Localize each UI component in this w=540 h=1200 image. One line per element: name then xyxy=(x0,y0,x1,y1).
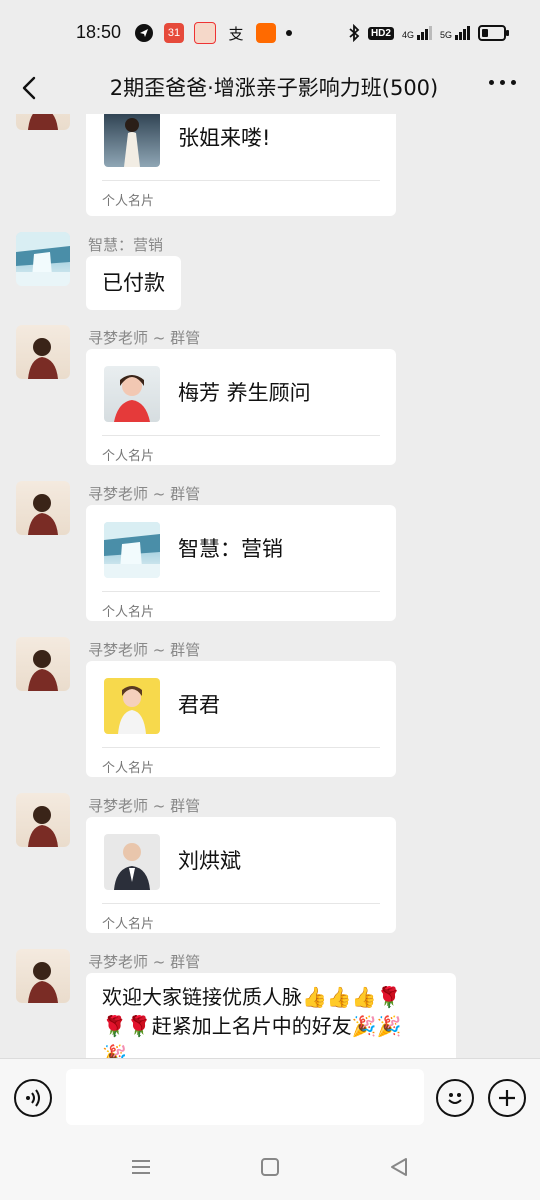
contact-card-name: 梅芳 养生顾问 xyxy=(178,381,311,405)
status-bar: 18:50 31 支 HD2 4G 5G xyxy=(0,0,540,62)
location-arrow-icon xyxy=(135,24,153,42)
contact-card[interactable]: 刘烘斌 个人名片 xyxy=(86,817,396,933)
calendar-icon: 31 xyxy=(164,23,184,43)
avatar[interactable] xyxy=(16,325,70,379)
avatar[interactable] xyxy=(16,232,70,286)
avatar[interactable] xyxy=(16,949,70,1003)
hd-voice-icon: HD2 xyxy=(367,26,394,40)
contact-card-name: 智慧：营销 xyxy=(178,537,283,561)
contact-card[interactable]: 张姐来喽! 个人名片 xyxy=(86,114,396,216)
message-text-line: 欢迎大家链接优质人脉👍👍👍🌹 xyxy=(102,985,402,1009)
text-message[interactable]: 欢迎大家链接优质人脉👍👍👍🌹 🌹🌹赶紧加上名片中的好友🎉🎉 🎉 xyxy=(86,973,456,1058)
avatar[interactable] xyxy=(16,481,70,535)
notification-icons: 31 支 xyxy=(134,22,292,44)
system-nav-bar xyxy=(0,1138,540,1200)
plus-icon xyxy=(499,1090,515,1106)
avatar[interactable] xyxy=(16,793,70,847)
message-list[interactable]: 张姐来喽! 个人名片 智慧：营销 已付款 寻梦老师 ~ 群管 梅芳 养生顾问 个… xyxy=(0,114,540,1058)
input-bar xyxy=(0,1058,540,1139)
card-divider xyxy=(102,747,380,748)
contact-card[interactable]: 君君 个人名片 xyxy=(86,661,396,777)
contact-card-type: 个人名片 xyxy=(102,449,155,464)
sender-name: 寻梦老师 ~ 群管 xyxy=(88,797,201,815)
voice-icon xyxy=(26,1089,40,1107)
contact-card-type: 个人名片 xyxy=(102,761,155,776)
contact-card-type: 个人名片 xyxy=(102,917,155,932)
smiley-icon xyxy=(448,1093,462,1104)
dot-icon xyxy=(286,30,292,36)
contact-card-photo xyxy=(104,834,160,890)
contact-card-photo xyxy=(104,522,160,578)
contact-card-photo xyxy=(104,678,160,734)
emoji-button[interactable] xyxy=(436,1079,474,1117)
shopping-app-icon xyxy=(194,22,216,44)
bluetooth-icon xyxy=(349,24,360,42)
avatar[interactable] xyxy=(16,114,70,130)
avatar[interactable] xyxy=(16,637,70,691)
message-text: 已付款 xyxy=(102,271,165,295)
voice-input-button[interactable] xyxy=(14,1079,52,1117)
network-4g-label: 4G xyxy=(401,30,414,40)
message-text-line: 🌹🌹赶紧加上名片中的好友🎉🎉 xyxy=(102,1014,402,1038)
menu-nav-icon[interactable] xyxy=(130,1156,152,1178)
card-divider xyxy=(102,180,380,181)
alipay-icon: 支 xyxy=(228,25,244,43)
contact-card[interactable]: 智慧：营销 个人名片 xyxy=(86,505,396,621)
sender-name: 寻梦老师 ~ 群管 xyxy=(88,485,201,503)
clock: 18:50 xyxy=(76,22,122,42)
message-input[interactable] xyxy=(66,1069,424,1125)
battery-icon xyxy=(478,25,509,41)
sender-name: 寻梦老师 ~ 群管 xyxy=(88,953,201,971)
taobao-icon xyxy=(256,23,276,43)
system-indicators: HD2 4G 5G xyxy=(348,22,509,44)
network-5g-label: 5G xyxy=(439,30,452,40)
contact-card-name: 君君 xyxy=(178,693,220,717)
signal-5g-icon: 5G xyxy=(440,26,470,40)
home-nav-icon[interactable] xyxy=(259,1156,281,1178)
more-functions-button[interactable] xyxy=(488,1079,526,1117)
back-nav-icon[interactable] xyxy=(388,1156,410,1178)
contact-card-photo xyxy=(104,114,160,167)
back-arrow-icon[interactable] xyxy=(14,72,46,104)
sender-name: 寻梦老师 ~ 群管 xyxy=(88,329,201,347)
contact-card-photo xyxy=(104,366,160,422)
contact-card[interactable]: 梅芳 养生顾问 个人名片 xyxy=(86,349,396,465)
message-text-line: 🎉 xyxy=(102,1043,127,1058)
contact-card-name: 刘烘斌 xyxy=(178,849,241,873)
chat-title: 2期歪爸爸·增涨亲子影响力班(500) xyxy=(109,76,439,100)
sender-name: 智慧：营销 xyxy=(88,236,164,254)
chat-header: 2期歪爸爸·增涨亲子影响力班(500) xyxy=(0,62,540,114)
contact-card-type: 个人名片 xyxy=(102,605,155,620)
card-divider xyxy=(102,435,380,436)
sender-name: 寻梦老师 ~ 群管 xyxy=(88,641,201,659)
more-options-icon[interactable] xyxy=(489,80,516,85)
contact-card-type: 个人名片 xyxy=(102,194,155,209)
card-divider xyxy=(102,591,380,592)
text-message[interactable]: 已付款 xyxy=(86,256,181,311)
card-divider xyxy=(102,903,380,904)
contact-card-name: 张姐来喽! xyxy=(178,126,271,150)
signal-4g-icon: 4G xyxy=(402,26,432,40)
